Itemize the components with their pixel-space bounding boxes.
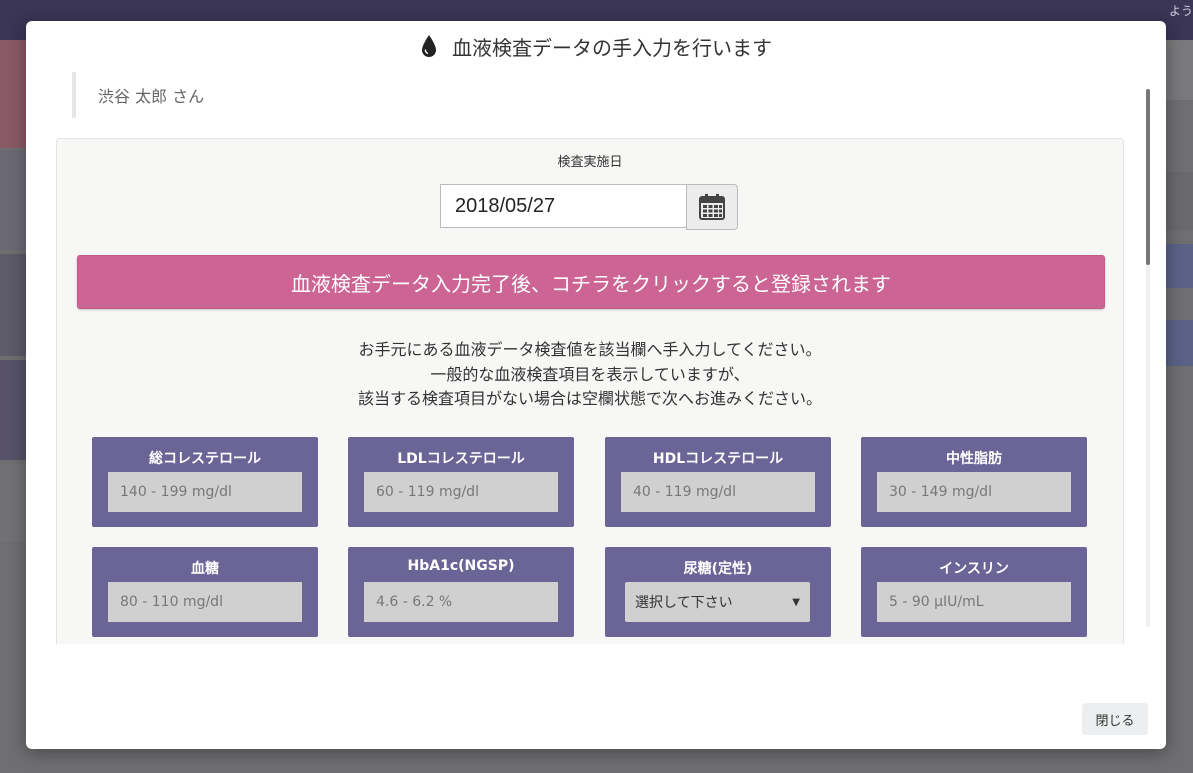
input-panel: 検査実施日 2018/05/27 血液検査データ入力完了後、コチラをクリックする… — [56, 138, 1124, 644]
scrollbar-thumb[interactable] — [1146, 89, 1150, 265]
hba1c-input[interactable]: 4.6 - 6.2 % — [364, 582, 558, 622]
hdl-input[interactable]: 40 - 119 mg/dl — [621, 472, 815, 512]
field-card-hdl: HDLコレステロール 40 - 119 mg/dl — [605, 437, 831, 527]
field-placeholder: 80 - 110 mg/dl — [120, 594, 223, 610]
background-panel — [0, 150, 26, 250]
instruction-line: お手元にある血液データ検査値を該当欄へ手入力してください。 — [358, 340, 822, 359]
modal-title-text: 血液検査データの手入力を行います — [452, 35, 772, 60]
submit-button-label: 血液検査データ入力完了後、コチラをクリックすると登録されます — [291, 271, 891, 296]
field-placeholder: 140 - 199 mg/dl — [120, 484, 232, 500]
background-panel — [0, 464, 26, 542]
calendar-button[interactable] — [686, 184, 738, 230]
field-placeholder: 30 - 149 mg/dl — [889, 484, 992, 500]
field-placeholder: 40 - 119 mg/dl — [633, 484, 736, 500]
caret-down-icon: ▼ — [792, 596, 800, 608]
field-label: 血糖 — [191, 561, 219, 577]
instruction-line: 該当する検査項目がない場合は空欄状態で次へお進みください。 — [357, 389, 822, 408]
background-panel — [0, 360, 26, 460]
blood-sugar-input[interactable]: 80 - 110 mg/dl — [108, 582, 302, 622]
instructions: お手元にある血液データ検査値を該当欄へ手入力してください。 一般的な血液検査項目… — [57, 338, 1123, 412]
field-card-ldl: LDLコレステロール 60 - 119 mg/dl — [348, 437, 574, 527]
triglyceride-input[interactable]: 30 - 149 mg/dl — [877, 472, 1071, 512]
field-label: インスリン — [939, 561, 1009, 577]
field-label: 尿糖(定性) — [683, 561, 753, 577]
ldl-input[interactable]: 60 - 119 mg/dl — [364, 472, 558, 512]
submit-button[interactable]: 血液検査データ入力完了後、コチラをクリックすると登録されます — [77, 255, 1105, 309]
field-label: LDLコレステロール — [397, 451, 525, 467]
field-card-triglyceride: 中性脂肪 30 - 149 mg/dl — [861, 437, 1087, 527]
blood-test-modal: 血液検査データの手入力を行います 渋谷 太郎 さん 検査実施日 2018/05/… — [26, 21, 1166, 749]
background-panel — [0, 254, 26, 356]
select-value: 選択して下さい — [635, 595, 733, 611]
field-label: 総コレステロール — [149, 451, 261, 467]
field-card-total-cholesterol: 総コレステロール 140 - 199 mg/dl — [92, 437, 318, 527]
urine-sugar-select[interactable]: 選択して下さい ▼ — [625, 582, 810, 622]
date-value: 2018/05/27 — [455, 194, 556, 217]
field-card-hba1c: HbA1c(NGSP) 4.6 - 6.2 % — [348, 547, 574, 637]
patient-name: 渋谷 太郎 さん — [72, 72, 498, 118]
field-placeholder: 60 - 119 mg/dl — [376, 484, 479, 500]
background-panel — [1166, 244, 1193, 288]
close-button-label: 閉じる — [1095, 713, 1135, 729]
field-label: HDLコレステロール — [652, 451, 784, 467]
field-label: 中性脂肪 — [946, 451, 1002, 467]
field-placeholder: 4.6 - 6.2 % — [376, 594, 453, 610]
insulin-input[interactable]: 5 - 90 μIU/mL — [877, 582, 1071, 622]
instruction-line: 一般的な血液検査項目を表示していますが、 — [430, 364, 750, 384]
patient-name-text: 渋谷 太郎 さん — [98, 87, 205, 106]
field-card-urine-sugar: 尿糖(定性) 選択して下さい ▼ — [605, 547, 831, 637]
modal-title: 血液検査データの手入力を行います — [26, 31, 1166, 61]
field-card-blood-sugar: 血糖 80 - 110 mg/dl — [92, 547, 318, 637]
field-card-insulin: インスリン 5 - 90 μIU/mL — [861, 547, 1087, 637]
field-label: HbA1c(NGSP) — [407, 558, 515, 574]
field-placeholder: 5 - 90 μIU/mL — [889, 594, 984, 610]
calendar-icon — [699, 194, 725, 220]
background-panel — [0, 40, 26, 148]
date-picker: 2018/05/27 — [440, 184, 740, 230]
background-panel — [1166, 320, 1193, 366]
total-cholesterol-input[interactable]: 140 - 199 mg/dl — [108, 472, 302, 512]
blood-drop-icon — [420, 34, 438, 58]
background-panel — [1166, 172, 1193, 230]
close-button[interactable]: 閉じる — [1082, 703, 1148, 735]
date-input[interactable]: 2018/05/27 — [440, 184, 686, 228]
background-corner-text: よう — [1168, 4, 1193, 18]
background-panel — [1166, 40, 1193, 100]
date-label: 検査実施日 — [557, 155, 623, 170]
